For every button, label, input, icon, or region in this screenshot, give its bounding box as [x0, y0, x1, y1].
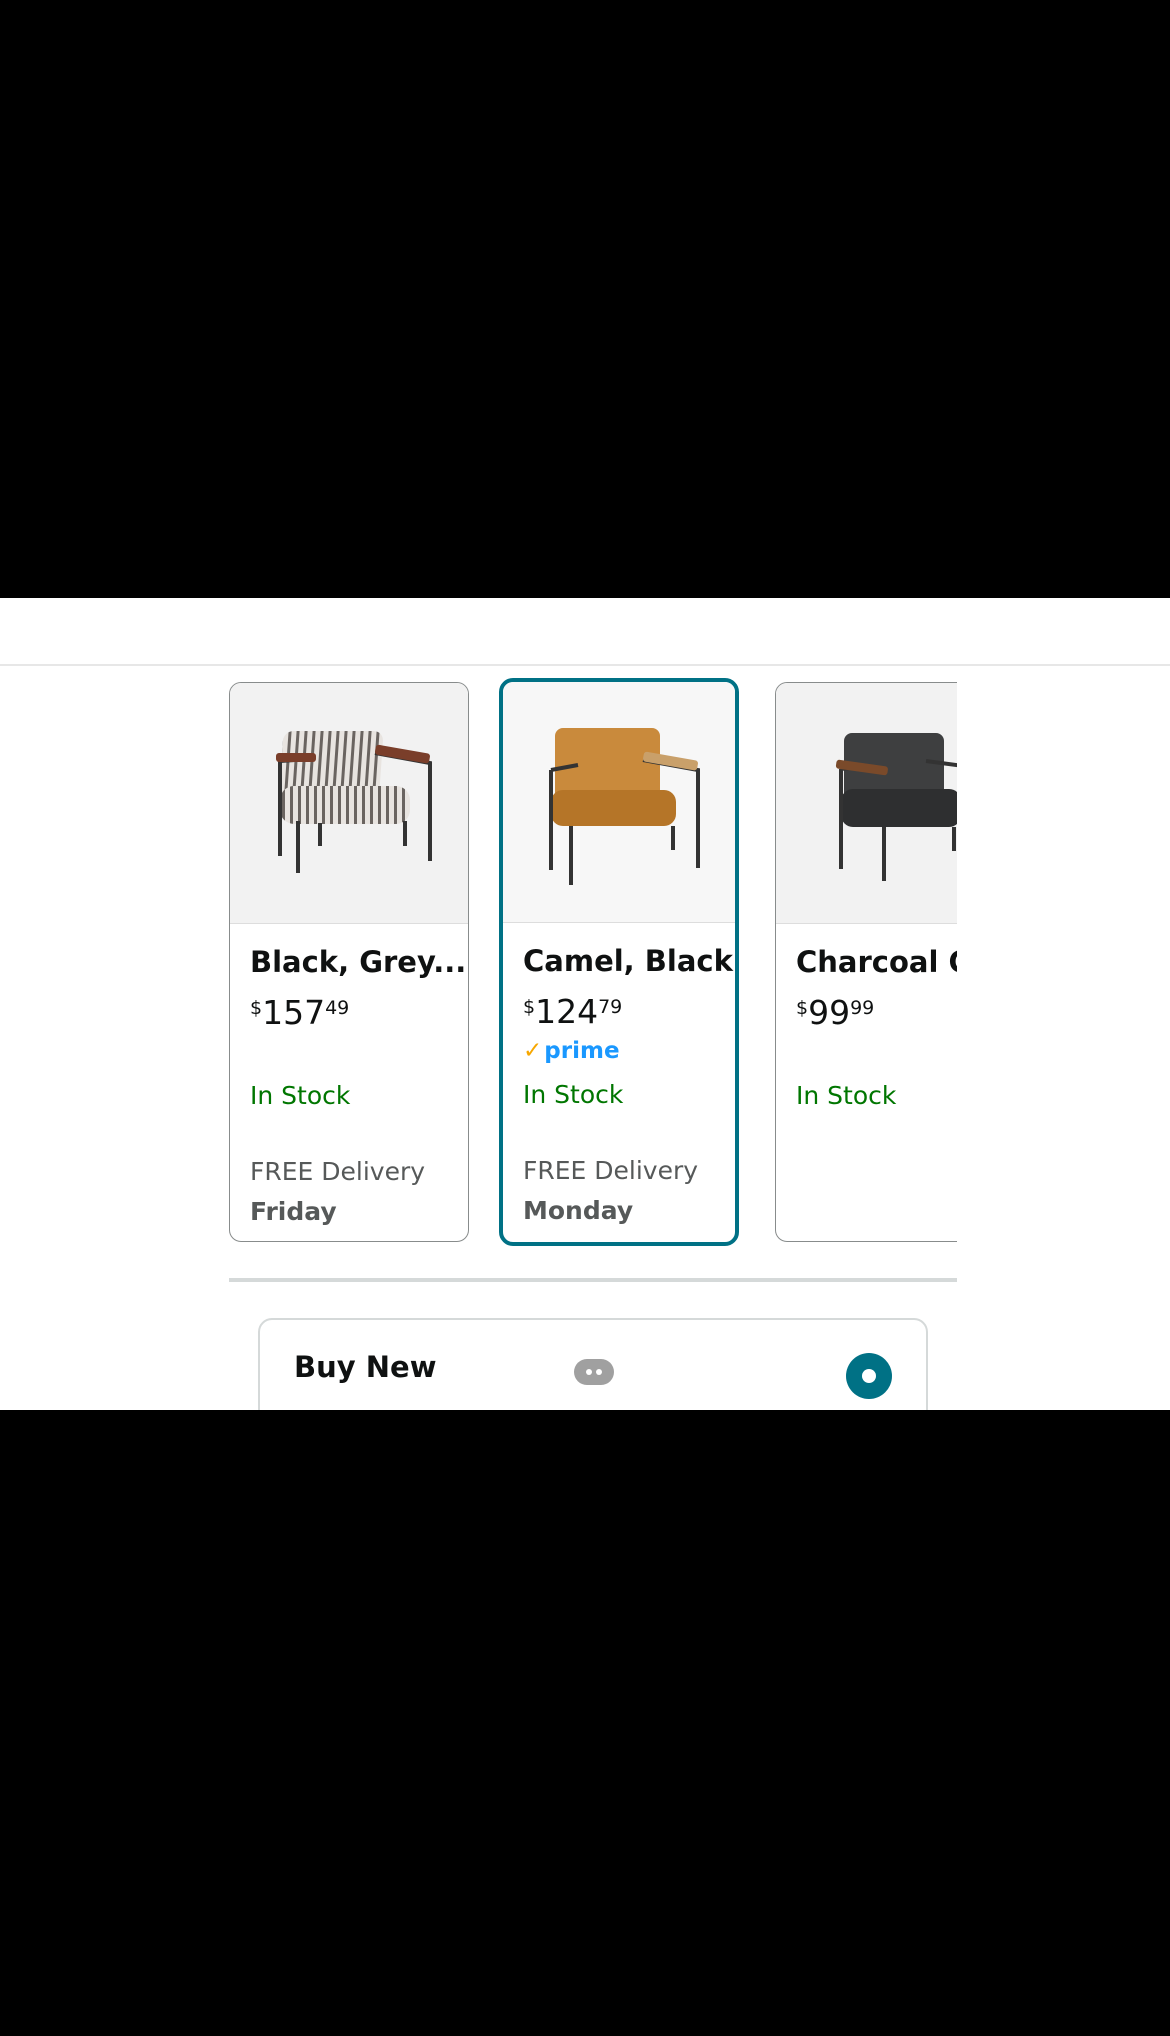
buy-new-option[interactable]: Buy New	[258, 1318, 928, 1410]
variant-price: $15749	[250, 993, 350, 1032]
product-image	[776, 683, 957, 924]
product-image	[503, 682, 735, 923]
stock-status: In Stock	[250, 1081, 351, 1110]
delivery-label: FREE Delivery	[523, 1156, 699, 1185]
variant-card-camel-black[interactable]: Camel, Black $12479 ✓prime In Stock FREE…	[499, 678, 739, 1246]
variant-name: Black, Grey...	[250, 945, 467, 979]
variant-carousel[interactable]: Black, Grey... $15749 In Stock FREE Deli…	[229, 678, 957, 1248]
variant-card-charcoal[interactable]: Charcoal Gr $9999 In Stock	[775, 682, 957, 1242]
check-icon: ✓	[523, 1038, 543, 1064]
divider	[0, 664, 1170, 666]
variant-name: Charcoal Gr	[796, 945, 957, 979]
product-image	[230, 683, 468, 924]
buy-new-radio[interactable]	[846, 1353, 892, 1399]
delivery-day: Friday	[250, 1197, 337, 1226]
variant-price: $12479	[523, 992, 623, 1031]
delivery-day: Monday	[523, 1196, 634, 1225]
stock-status: In Stock	[796, 1081, 897, 1110]
delivery-label: FREE Delivery	[250, 1157, 426, 1186]
divider	[229, 1278, 957, 1282]
buy-new-label: Buy New	[294, 1350, 437, 1384]
variant-price: $9999	[796, 993, 875, 1032]
stock-status: In Stock	[523, 1080, 624, 1109]
product-variant-panel: Black, Grey... $15749 In Stock FREE Deli…	[0, 598, 1170, 1410]
more-options-icon[interactable]	[574, 1359, 614, 1385]
variant-card-black-grey[interactable]: Black, Grey... $15749 In Stock FREE Deli…	[229, 682, 469, 1242]
prime-badge: ✓prime	[523, 1038, 620, 1064]
variant-name: Camel, Black	[523, 944, 733, 978]
